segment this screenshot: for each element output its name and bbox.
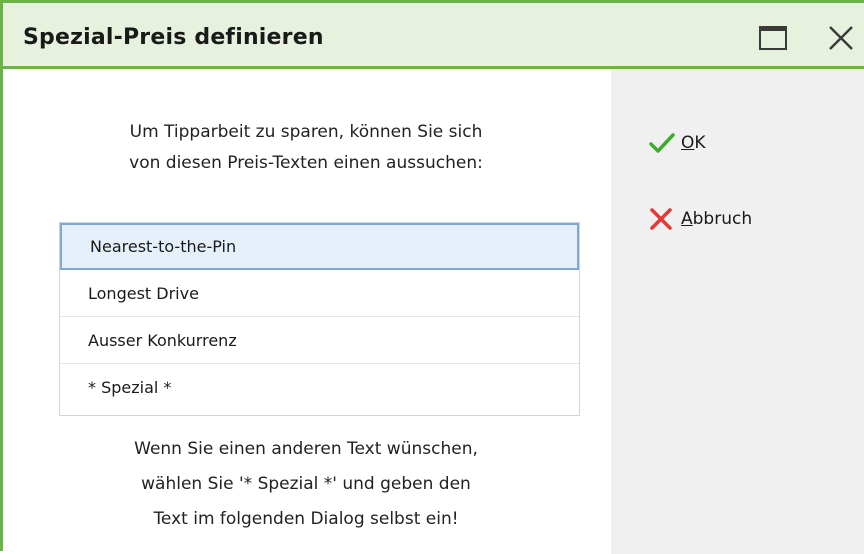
footer-line-1: Wenn Sie einen anderen Text wünschen,: [134, 439, 478, 459]
footer-text: Wenn Sie einen anderen Text wünschen, wä…: [43, 432, 569, 537]
maximize-button[interactable]: [753, 21, 793, 55]
main-panel: Um Tipparbeit zu sparen, können Sie sich…: [3, 69, 611, 554]
maximize-icon: [759, 26, 787, 50]
cancel-label: Abbruch: [681, 209, 753, 229]
cross-icon: [649, 205, 679, 233]
footer-line-3: Text im folgenden Dialog selbst ein!: [153, 509, 459, 529]
list-item-nearest-to-the-pin[interactable]: Nearest-to-the-Pin: [60, 223, 579, 270]
dialog-window: Spezial-Preis definieren Um Tipparbeit z…: [0, 0, 864, 554]
intro-line-1: Um Tipparbeit zu sparen, können Sie sich: [129, 122, 483, 142]
ok-button[interactable]: OK: [649, 129, 706, 157]
action-panel: OK Abbruch: [611, 69, 864, 554]
ok-label: OK: [681, 133, 706, 153]
close-button[interactable]: [821, 21, 861, 55]
price-text-list[interactable]: Nearest-to-the-Pin Longest Drive Ausser …: [59, 222, 580, 416]
list-item-longest-drive[interactable]: Longest Drive: [60, 270, 579, 317]
list-item-ausser-konkurrenz[interactable]: Ausser Konkurrenz: [60, 317, 579, 364]
footer-line-2: wählen Sie '* Spezial *' und geben den: [141, 474, 471, 494]
title-bar: Spezial-Preis definieren: [3, 3, 864, 69]
window-title: Spezial-Preis definieren: [23, 25, 324, 50]
close-icon: [829, 26, 853, 50]
intro-line-2: von diesen Preis-Texten einen aussuchen:: [129, 153, 483, 173]
intro-text: Um Tipparbeit zu sparen, können Sie sich…: [43, 117, 569, 179]
cancel-button[interactable]: Abbruch: [649, 205, 752, 233]
list-item-spezial[interactable]: * Spezial *: [60, 364, 579, 411]
checkmark-icon: [649, 129, 679, 157]
